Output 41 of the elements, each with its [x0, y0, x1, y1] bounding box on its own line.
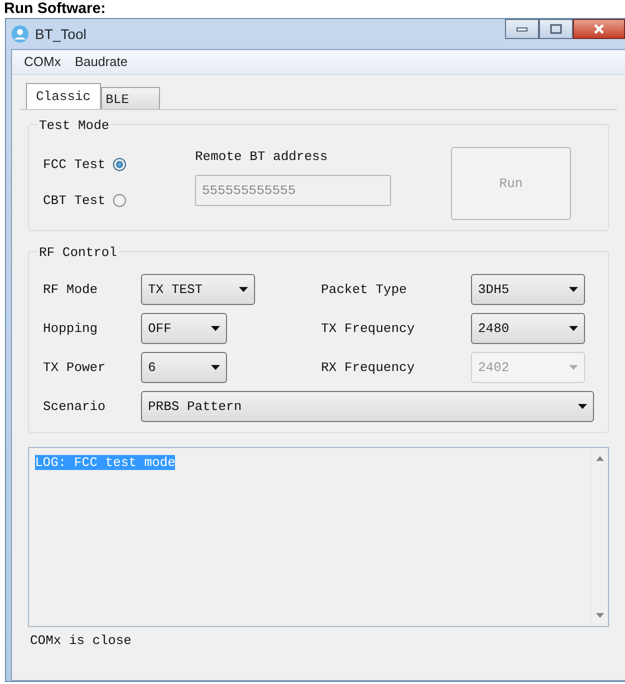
- dropdown[interactable]: 2480: [471, 313, 585, 344]
- scroll-down-icon[interactable]: [596, 613, 604, 618]
- field-label: Scenario: [43, 398, 106, 416]
- dropdown[interactable]: TX TEST: [141, 274, 255, 305]
- radio-label: FCC Test: [43, 156, 106, 174]
- close-button[interactable]: [573, 19, 625, 39]
- page-heading: Run Software:: [3, 0, 107, 18]
- dropdown[interactable]: OFF: [141, 313, 227, 344]
- field-label: TX Power: [43, 358, 106, 377]
- caret-icon: [239, 287, 248, 292]
- field-label: RF Mode: [43, 280, 99, 299]
- field-label: Hopping: [43, 320, 99, 338]
- caret-icon: [578, 404, 587, 409]
- radio-button[interactable]: [113, 194, 126, 207]
- minimize-icon: [516, 26, 528, 32]
- status-text: COMx is close: [29, 632, 132, 650]
- scroll-up-icon[interactable]: [596, 456, 604, 461]
- menu-item[interactable]: COMx: [24, 52, 61, 72]
- radio-label: CBT Test: [43, 192, 106, 210]
- maximize-button[interactable]: [539, 19, 573, 39]
- radio-button[interactable]: [113, 158, 126, 172]
- caret-icon: [211, 326, 220, 331]
- field-label: Remote BT address: [195, 148, 329, 166]
- app-icon: [11, 25, 29, 43]
- dropdown[interactable]: PRBS Pattern: [141, 391, 594, 422]
- caret-icon: [211, 365, 220, 370]
- minimize-button[interactable]: [505, 19, 539, 39]
- field-label: Packet Type: [321, 280, 408, 299]
- field-label: RX Frequency: [321, 358, 416, 377]
- menu-item[interactable]: Baudrate: [74, 52, 128, 72]
- tab[interactable]: Classic: [26, 83, 101, 109]
- field-label: TX Frequency: [321, 320, 416, 338]
- dropdown[interactable]: 6: [141, 352, 227, 383]
- tab[interactable]: BLE: [100, 87, 160, 109]
- caret-icon: [569, 287, 578, 292]
- close-icon: [593, 23, 605, 35]
- caret-icon: [569, 326, 578, 331]
- maximize-icon: [550, 24, 562, 34]
- caret-icon: [569, 365, 578, 370]
- window-title: BT_Tool: [35, 24, 86, 44]
- dropdown[interactable]: 3DH5: [471, 274, 585, 305]
